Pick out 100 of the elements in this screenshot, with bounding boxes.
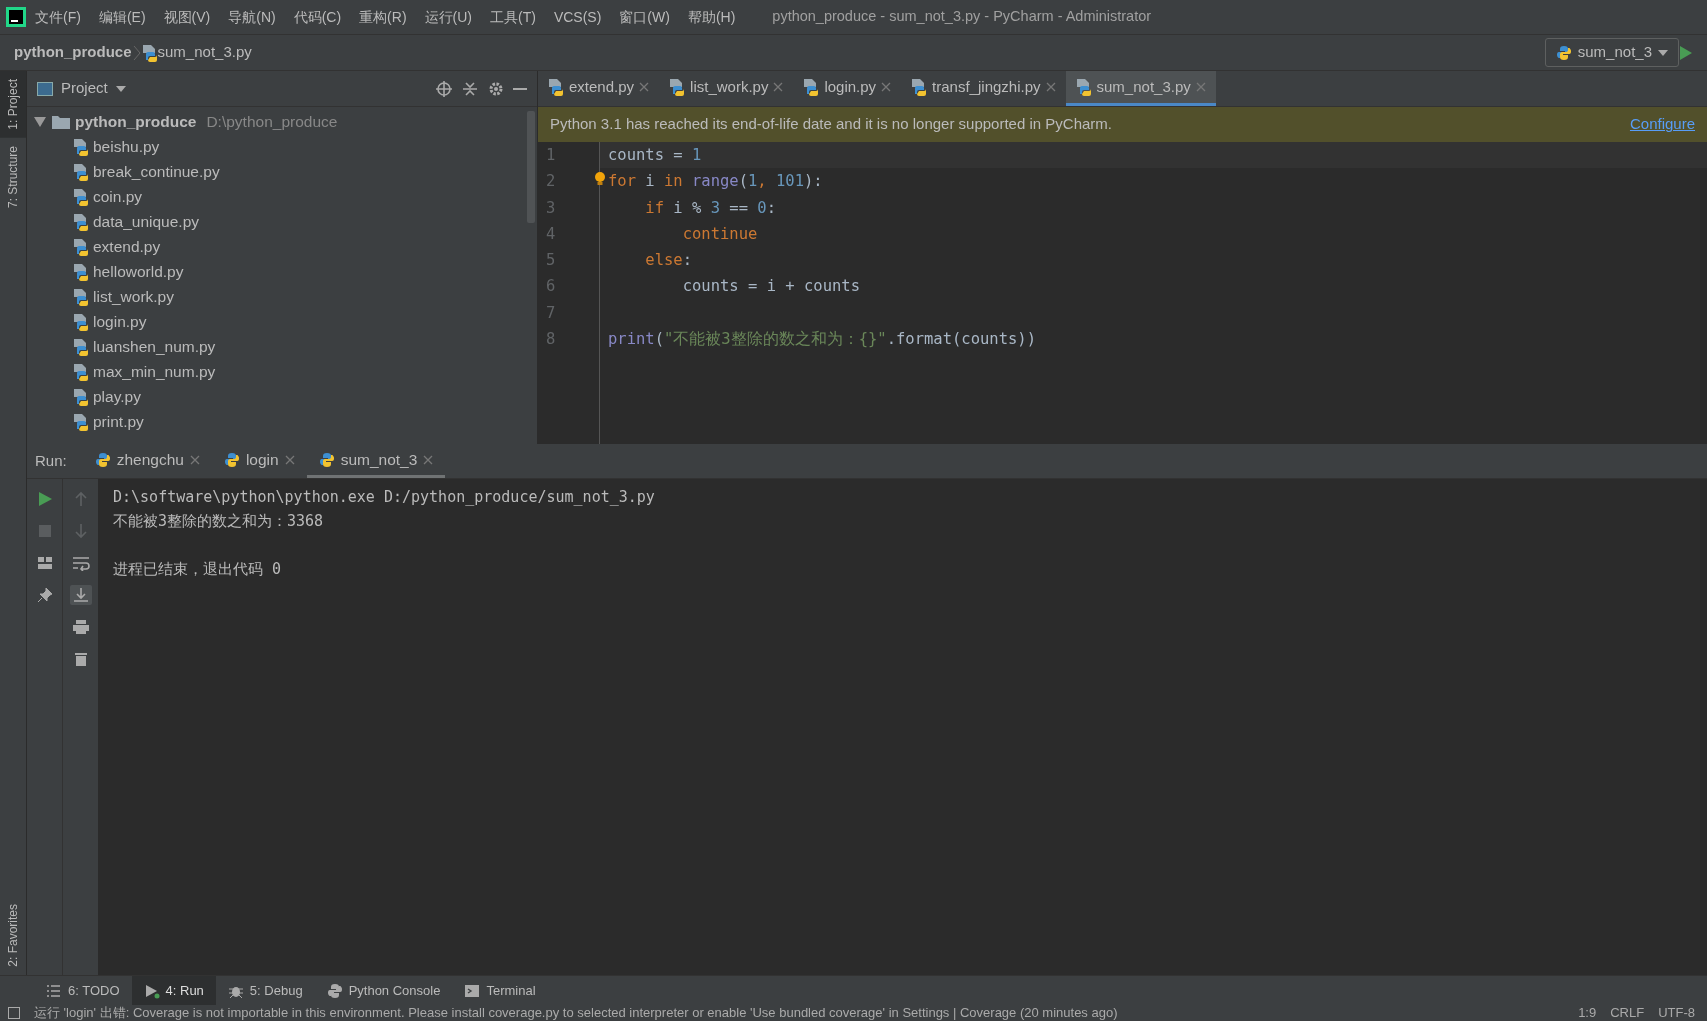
- menu-item[interactable]: 代码(C): [284, 6, 351, 28]
- breadcrumb-item[interactable]: python_produce: [14, 41, 132, 64]
- menu-item[interactable]: 帮助(H): [678, 6, 745, 28]
- menu-item[interactable]: 视图(V): [154, 6, 220, 28]
- code-line: for i in range(1, 101):: [608, 172, 823, 191]
- collapse-all-icon: [461, 79, 479, 98]
- python-icon: [223, 451, 240, 468]
- tool-window-tab[interactable]: Terminal: [452, 976, 548, 1005]
- python-file-icon: [1075, 78, 1092, 96]
- menu-item[interactable]: 窗口(W): [610, 6, 679, 28]
- menu-item[interactable]: 工具(T): [481, 6, 545, 28]
- lightbulb-icon: [594, 172, 606, 187]
- tree-item[interactable]: helloworld.py: [93, 259, 184, 284]
- console-output-line: 不能被3整除的数之和为：3368: [113, 511, 325, 532]
- tree-item[interactable]: extend.py: [93, 234, 161, 259]
- editor-tab[interactable]: login.py: [793, 71, 902, 106]
- console-output-line: D:\software\python\python.exe D:/python_produce/sum_not_3.py: [113, 487, 655, 508]
- tree-item[interactable]: print.py: [93, 409, 144, 434]
- tool-window-tab[interactable]: 6: TODO: [34, 976, 132, 1005]
- menu-item[interactable]: VCS(S): [544, 6, 611, 28]
- tree-item[interactable]: data_unique.py: [93, 209, 199, 234]
- scroll-to-end-icon: [71, 587, 90, 603]
- code-line: print("不能被3整除的数之和为：{}".format(counts)): [608, 330, 1036, 349]
- run-label: Run:: [35, 450, 67, 471]
- editor-tab[interactable]: sum_not_3.py: [1065, 71, 1216, 106]
- print-icon: [71, 619, 90, 635]
- tree-item[interactable]: list_work.py: [93, 284, 174, 309]
- python-icon: [94, 451, 111, 468]
- terminal-icon: [464, 982, 481, 999]
- crosshair-icon: [435, 79, 453, 98]
- code-line: else:: [644, 251, 692, 270]
- file-encoding[interactable]: UTF-8: [1658, 1005, 1695, 1021]
- tree-item[interactable]: coin.py: [93, 184, 143, 209]
- stop-icon: [36, 523, 53, 539]
- menu-item[interactable]: 运行(U): [415, 6, 481, 28]
- scroll-to-end-button[interactable]: [69, 585, 92, 605]
- editor-tab[interactable]: list_work.py: [659, 71, 794, 106]
- python-file-icon: [73, 337, 89, 356]
- tool-window-tab[interactable]: 4: Run: [131, 976, 216, 1005]
- python-file-icon: [73, 312, 89, 331]
- run-icon: [143, 982, 160, 999]
- project-view-dropdown[interactable]: Project: [61, 77, 108, 100]
- folder-path: D:\python_produce: [206, 111, 338, 132]
- code-line: if i % 3 == 0:: [644, 198, 777, 217]
- tool-window-tab[interactable]: 5: Debug: [215, 976, 315, 1005]
- tree-item[interactable]: beishu.py: [93, 134, 160, 159]
- tree-item[interactable]: login.py: [93, 309, 147, 334]
- run-tab[interactable]: sum_not_3: [306, 444, 446, 478]
- editor-tab[interactable]: extend.py: [538, 71, 660, 106]
- pycharm-logo-icon: [6, 7, 26, 27]
- tree-item[interactable]: max_min_num.py: [93, 359, 216, 384]
- line-number: 7: [545, 302, 557, 324]
- menu-item[interactable]: 编辑(E): [89, 6, 155, 28]
- python-file-icon: [73, 262, 89, 281]
- menu-item[interactable]: 文件(F): [26, 6, 90, 28]
- run-tab[interactable]: login: [211, 444, 307, 478]
- caret-position[interactable]: 1:9: [1578, 1005, 1597, 1021]
- layout-icon: [36, 555, 53, 571]
- menu-item[interactable]: 导航(N): [219, 6, 285, 28]
- tree-item[interactable]: play.py: [93, 384, 141, 409]
- caret-icon: [115, 84, 126, 93]
- breadcrumb-item[interactable]: sum_not_3.py: [157, 41, 252, 64]
- delete-icon: [72, 651, 89, 667]
- line-number: 8: [545, 329, 557, 351]
- close-icon: [773, 82, 784, 92]
- python-file-icon: [548, 78, 564, 96]
- chevron-icon: [131, 44, 142, 61]
- tree-item[interactable]: luanshen_num.py: [93, 334, 216, 359]
- configure-link[interactable]: Configure: [1629, 113, 1695, 136]
- line-number: 1: [545, 145, 557, 166]
- editor-tab[interactable]: transf_jingzhi.py: [901, 71, 1066, 106]
- line-number: 5: [545, 250, 557, 272]
- python-file-icon: [73, 137, 89, 156]
- line-separator[interactable]: CRLF: [1610, 1005, 1645, 1021]
- close-icon: [639, 82, 650, 92]
- tool-window-tab[interactable]: Python Console: [314, 976, 453, 1005]
- rerun-icon: [36, 491, 53, 507]
- line-number: 3: [545, 197, 557, 219]
- tool-window-tab[interactable]: 2: Favorites: [0, 896, 26, 975]
- close-icon: [1195, 82, 1206, 92]
- python-file-icon: [669, 78, 686, 96]
- close-icon: [1045, 82, 1056, 92]
- menu-item[interactable]: 重构(R): [350, 6, 416, 28]
- run-tab[interactable]: zhengchu: [82, 444, 212, 478]
- python-file-icon: [73, 362, 89, 381]
- tree-item[interactable]: python_produce: [75, 109, 197, 134]
- close-icon: [189, 454, 200, 465]
- line-number: 2: [545, 171, 557, 193]
- line-number: 6: [545, 276, 557, 298]
- tree-item[interactable]: break_continue.py: [93, 159, 220, 184]
- tool-window-tab[interactable]: 7: Structure: [0, 137, 26, 216]
- python-file-icon: [73, 412, 89, 431]
- folder-icon: [51, 113, 71, 130]
- close-icon: [284, 454, 295, 465]
- project-window-icon: [37, 81, 53, 96]
- python-file-icon: [141, 43, 158, 62]
- run-configuration-dropdown[interactable]: sum_not_3: [1544, 38, 1679, 67]
- tool-window-tab[interactable]: 1: Project: [0, 71, 26, 138]
- close-icon: [881, 82, 892, 92]
- down-arrow-icon: [72, 523, 89, 539]
